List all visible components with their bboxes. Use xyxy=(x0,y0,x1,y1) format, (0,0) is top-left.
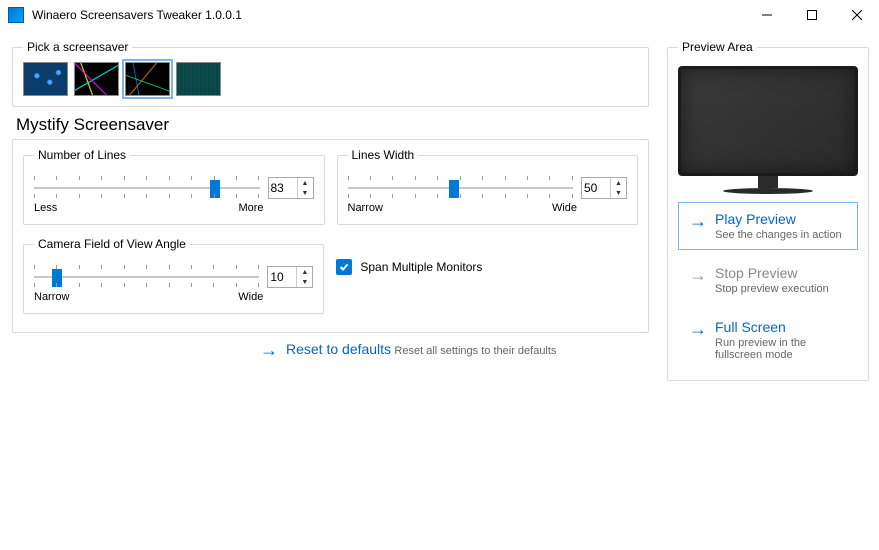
lines-min-label: Less xyxy=(34,202,57,214)
reset-sub: Reset all settings to their defaults xyxy=(394,345,556,357)
fov-spinner[interactable]: ▲▼ xyxy=(267,266,313,288)
monitor-screen xyxy=(678,66,858,176)
spinner-down-icon[interactable]: ▼ xyxy=(611,188,626,198)
spinner-up-icon[interactable]: ▲ xyxy=(297,267,312,277)
titlebar: Winaero Screensavers Tweaker 1.0.0.1 xyxy=(0,0,879,30)
screensaver-thumb-1[interactable] xyxy=(23,62,68,96)
width-value[interactable] xyxy=(582,178,610,198)
full-sub: Run preview in the fullscreen mode xyxy=(715,337,847,361)
fov-max-label: Wide xyxy=(238,291,263,303)
preview-legend: Preview Area xyxy=(678,40,757,54)
arrow-right-icon: → xyxy=(260,341,278,359)
screensaver-thumb-2[interactable] xyxy=(74,62,119,96)
spinner-up-icon[interactable]: ▲ xyxy=(298,178,313,188)
stop-preview-button[interactable]: → Stop Preview Stop preview execution xyxy=(678,256,858,304)
lines-spinner[interactable]: ▲▼ xyxy=(268,177,314,199)
fov-group: Camera Field of View Angle ▲▼ xyxy=(23,237,324,314)
play-preview-button[interactable]: → Play Preview See the changes in action xyxy=(678,202,858,250)
arrow-right-icon: → xyxy=(689,320,707,338)
lines-max-label: More xyxy=(238,202,263,214)
spinner-down-icon[interactable]: ▼ xyxy=(298,188,313,198)
lines-width-group: Lines Width ▲▼ xyxy=(337,148,639,225)
screensaver-thumb-3[interactable] xyxy=(125,62,170,96)
reset-title: Reset to defaults xyxy=(286,341,391,357)
span-monitors-label: Span Multiple Monitors xyxy=(360,260,482,274)
number-of-lines-group: Number of Lines ▲▼ xyxy=(23,148,325,225)
screensaver-thumb-4[interactable] xyxy=(176,62,221,96)
reset-defaults-link[interactable]: → Reset to defaults Reset all settings t… xyxy=(260,341,649,359)
screensaver-picker-group: Pick a screensaver xyxy=(12,40,649,107)
window-controls xyxy=(744,0,879,30)
full-title: Full Screen xyxy=(715,319,847,335)
preview-area-group: Preview Area → Play Preview See the chan… xyxy=(667,40,869,381)
settings-heading: Mystify Screensaver xyxy=(16,115,649,135)
fov-slider[interactable] xyxy=(34,265,259,289)
full-screen-button[interactable]: → Full Screen Run preview in the fullscr… xyxy=(678,310,858,370)
settings-group: Number of Lines ▲▼ xyxy=(12,139,649,333)
window-title: Winaero Screensavers Tweaker 1.0.0.1 xyxy=(32,8,744,22)
fov-min-label: Narrow xyxy=(34,291,69,303)
preview-monitor xyxy=(678,66,858,194)
width-min-label: Narrow xyxy=(348,202,383,214)
spinner-up-icon[interactable]: ▲ xyxy=(611,178,626,188)
arrow-right-icon: → xyxy=(689,266,707,284)
width-spinner[interactable]: ▲▼ xyxy=(581,177,627,199)
close-button[interactable] xyxy=(834,0,879,30)
width-legend: Lines Width xyxy=(348,148,419,162)
width-max-label: Wide xyxy=(552,202,577,214)
stop-sub: Stop preview execution xyxy=(715,283,829,295)
width-slider[interactable] xyxy=(348,176,574,200)
lines-value[interactable] xyxy=(269,178,297,198)
play-title: Play Preview xyxy=(715,211,842,227)
picker-legend: Pick a screensaver xyxy=(23,40,132,54)
app-icon xyxy=(8,7,24,23)
arrow-right-icon: → xyxy=(689,212,707,230)
spinner-down-icon[interactable]: ▼ xyxy=(297,277,312,287)
play-sub: See the changes in action xyxy=(715,229,842,241)
fov-legend: Camera Field of View Angle xyxy=(34,237,190,251)
lines-slider[interactable] xyxy=(34,176,260,200)
maximize-button[interactable] xyxy=(789,0,834,30)
span-monitors-checkbox[interactable]: Span Multiple Monitors xyxy=(336,259,638,275)
stop-title: Stop Preview xyxy=(715,265,829,281)
minimize-button[interactable] xyxy=(744,0,789,30)
checkbox-checked-icon xyxy=(336,259,352,275)
lines-legend: Number of Lines xyxy=(34,148,130,162)
fov-value[interactable] xyxy=(268,267,296,287)
